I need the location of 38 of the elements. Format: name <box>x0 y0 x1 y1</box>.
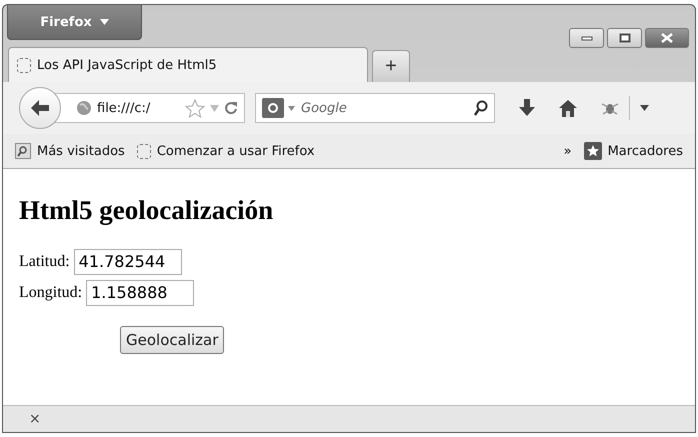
home-icon[interactable] <box>559 100 577 116</box>
minimize-button[interactable] <box>569 28 604 48</box>
download-icon[interactable] <box>519 99 535 117</box>
page-heading: Html5 geolocalización <box>19 195 274 226</box>
back-button[interactable] <box>19 87 61 129</box>
address-bar[interactable]: file:///c:/ <box>55 93 245 123</box>
firefox-menu-button[interactable]: Firefox <box>7 5 142 40</box>
close-button[interactable] <box>645 28 689 48</box>
bookmark-icon <box>15 143 31 159</box>
new-tab-button[interactable]: + <box>372 50 410 82</box>
caret-icon <box>100 19 109 25</box>
overflow-chevron[interactable]: » <box>564 144 572 158</box>
search-field[interactable]: Google <box>299 100 470 116</box>
close-icon <box>660 33 674 43</box>
search-box[interactable]: Google <box>255 93 495 123</box>
maximize-button[interactable] <box>607 28 642 48</box>
maximize-icon <box>618 33 630 43</box>
close-addon-bar-button[interactable]: × <box>29 411 41 427</box>
globe-icon <box>76 100 92 116</box>
url-text: file:///c:/ <box>97 100 152 116</box>
page-icon <box>17 58 31 72</box>
geolocate-button[interactable]: Geolocalizar <box>120 326 224 354</box>
bookmark-link[interactable]: Más visitados <box>37 144 125 158</box>
search-engine-icon[interactable] <box>262 98 284 118</box>
minimize-icon <box>580 35 592 41</box>
search-icon[interactable] <box>474 100 488 116</box>
dropdown-icon[interactable] <box>640 105 649 111</box>
back-arrow-icon <box>30 99 50 117</box>
field-label: Longitud: <box>19 284 82 302</box>
bookmarks-menu[interactable]: Marcadores <box>608 144 683 158</box>
input-field[interactable]: 1.158888 <box>86 280 194 306</box>
bookmark-link[interactable]: Comenzar a usar Firefox <box>156 144 315 158</box>
page-icon <box>136 144 151 158</box>
field-label: Latitud: <box>19 252 70 270</box>
input-field[interactable]: 41.782544 <box>74 248 182 274</box>
browser-tab[interactable]: Los API JavaScript de Html5 <box>8 47 368 82</box>
star-icon[interactable] <box>185 98 205 118</box>
reload-icon[interactable] <box>224 101 238 115</box>
